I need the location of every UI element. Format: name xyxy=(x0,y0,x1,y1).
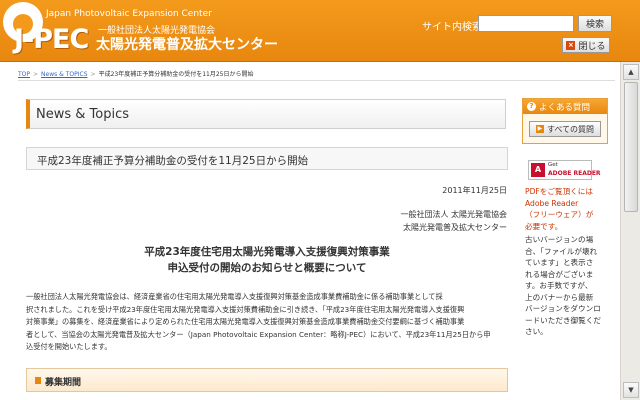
question-icon: ? xyxy=(527,102,536,111)
faq-title: よくある質問 xyxy=(539,103,591,113)
close-button-label: 閉じる xyxy=(578,41,606,52)
article-body: 一般社団法人太陽光発電協会は、経済産業省の住宅用太陽光発電導入支援復興対策基金造… xyxy=(26,291,508,354)
version-notice-line: さい。 xyxy=(525,327,548,336)
vertical-scrollbar[interactable]: ▲ ▼ xyxy=(620,62,640,400)
version-notice: 古いバージョンの場 合、「ファイルが壊れ ています」と表示さ れる場合がございま… xyxy=(525,234,617,338)
article-title: 平成23年度補正予算分補助金の受付を11月25日から開始 xyxy=(37,155,309,167)
recruitment-period-header: 募集期間 xyxy=(26,368,508,392)
scroll-down-icon[interactable]: ▼ xyxy=(623,382,639,398)
scrollbar-thumb[interactable] xyxy=(624,82,638,212)
version-notice-line: 上のバナーから最新 xyxy=(525,292,594,302)
pdf-notice-line: PDFをご覧頂くには xyxy=(525,187,593,196)
logo-text[interactable]: J-PEC xyxy=(14,24,89,55)
close-icon: × xyxy=(566,40,576,50)
breadcrumb-separator: > xyxy=(33,71,39,78)
adobe-pdf-icon: A xyxy=(531,163,545,177)
adobe-reader-banner[interactable]: A Get ADOBE READER xyxy=(528,160,601,180)
breadcrumb-divider xyxy=(18,80,615,81)
article-title-box: 平成23年度補正予算分補助金の受付を11月25日から開始 xyxy=(26,147,508,170)
bullet-marker-icon xyxy=(35,377,41,384)
issuer-center: 太陽光発電普及拡大センター xyxy=(403,223,507,232)
section-header: News & Topics xyxy=(26,99,506,129)
version-notice-line: ています」と表示さ xyxy=(525,258,594,267)
version-notice-line: 古いバージョンの場 xyxy=(525,235,594,244)
version-notice-line: ードいただき御覧くだ xyxy=(525,315,601,325)
breadcrumb-current: 平成23年度補正予算分補助金の受付を11月25日から開始 xyxy=(98,71,254,78)
version-notice-line: バージョンをダウンロ xyxy=(525,304,601,313)
pdf-notice-line: 必要です。 xyxy=(525,221,563,231)
logo-english-name: Japan Photovoltaic Expansion Center xyxy=(46,9,212,19)
adobe-reader-text: ADOBE READER xyxy=(548,170,601,177)
recruitment-period-title: 募集期間 xyxy=(45,378,82,388)
version-notice-line: 合、「ファイルが壊れ xyxy=(525,246,598,256)
body-line: 一般社団法人太陽光発電協会は、経済産業省の住宅用太陽光発電導入支援復興対策基金造… xyxy=(26,292,443,301)
body-line: 択されました。これを受け平成23年度住宅用太陽光発電導入支援対策費補助金に引き続… xyxy=(26,304,465,314)
version-notice-line: す。お手数ですが、 xyxy=(525,281,593,290)
center-name: 太陽光発電普及拡大センター xyxy=(96,37,278,53)
article-heading-line1: 平成23年度住宅用太陽光発電導入支援復興対策事業 xyxy=(144,246,390,258)
breadcrumb-news-link[interactable]: News & TOPICS xyxy=(41,71,87,78)
pdf-notice-line: Adobe Reader xyxy=(525,198,579,208)
pdf-notice-line: （フリーウェア）が xyxy=(525,210,594,219)
arrow-right-icon: ▶ xyxy=(535,125,544,133)
site-header: J-PEC Japan Photovoltaic Expansion Cente… xyxy=(0,0,640,62)
scroll-up-icon[interactable]: ▲ xyxy=(623,64,639,80)
close-button[interactable]: × 閉じる xyxy=(562,37,610,53)
body-line: 者として、当協会の太陽光発電普及拡大センター（Japan Photovoltai… xyxy=(26,329,491,339)
article-heading-line2: 申込受付の開始のお知らせと概要について xyxy=(167,262,367,274)
search-label: サイト内検索 xyxy=(422,22,482,33)
breadcrumb-separator: > xyxy=(90,71,96,78)
issuer-org: 一般社団法人 太陽光発電協会 xyxy=(400,210,507,219)
all-questions-button[interactable]: ▶ すべての質問 xyxy=(529,121,601,137)
all-questions-label: すべての質問 xyxy=(546,124,595,134)
search-button[interactable]: 検索 xyxy=(578,15,612,32)
article-date: 2011年11月25日 xyxy=(442,186,507,195)
body-line: 込受付を開始いたします。 xyxy=(26,342,112,351)
body-line: 対策事業」の募集を、経済産業省により定められた住宅用太陽光発電導入支援復興対策基… xyxy=(26,317,465,326)
breadcrumb-top-link[interactable]: TOP xyxy=(18,71,30,78)
version-notice-line: れる場合がございま xyxy=(525,269,594,279)
faq-panel: ? よくある質問 ▶ すべての質問 xyxy=(522,98,608,144)
search-input[interactable] xyxy=(478,15,574,32)
faq-header: ? よくある質問 xyxy=(523,99,607,114)
pdf-notice: PDFをご覧頂くには Adobe Reader （フリーウェア）が 必要です。 xyxy=(525,186,617,232)
breadcrumb: TOP > News & TOPICS > 平成23年度補正予算分補助金の受付を11月2… xyxy=(18,69,253,78)
section-title: News & Topics xyxy=(36,107,129,122)
adobe-get-text: Get xyxy=(548,162,558,168)
